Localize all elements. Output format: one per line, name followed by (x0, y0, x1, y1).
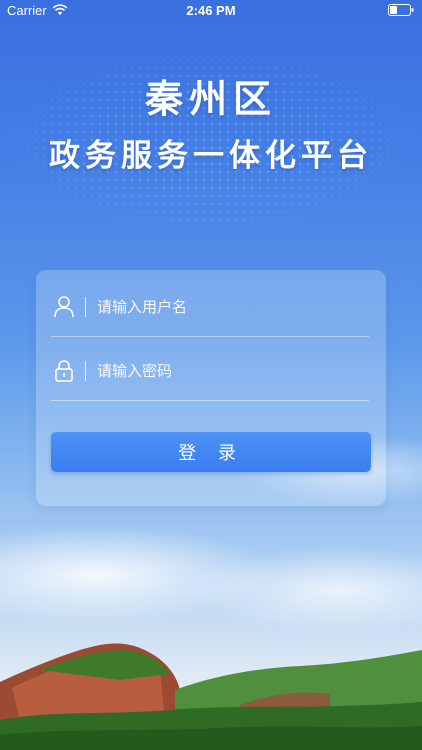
username-field (51, 278, 371, 337)
clock: 2:46 PM (186, 3, 236, 18)
user-icon (54, 296, 74, 318)
login-button[interactable]: 登 录 (51, 432, 371, 472)
world-map-dots (0, 0, 422, 250)
username-input[interactable] (93, 294, 371, 320)
mountain-scenery (0, 643, 422, 750)
battery-icon (388, 4, 414, 16)
login-card: 登 录 (36, 270, 386, 506)
field-divider (85, 361, 86, 381)
password-input[interactable] (93, 358, 371, 384)
status-bar: Carrier 2:46 PM (0, 0, 422, 22)
password-field (51, 342, 371, 401)
field-divider (85, 297, 86, 317)
page-subtitle: 政务服务一体化平台 (49, 138, 373, 174)
page-title: 秦州区 (144, 77, 277, 121)
lock-icon (55, 360, 73, 382)
